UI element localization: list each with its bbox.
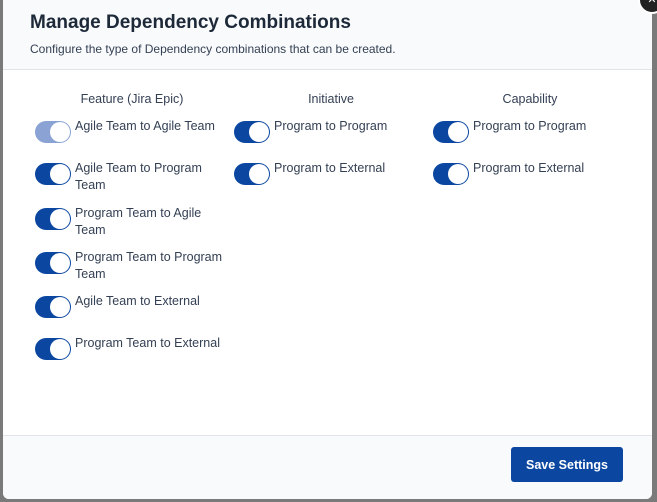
manage-dependency-dialog: Manage Dependency Combinations Configure… [3, 0, 652, 499]
combination-label: Agile Team to Program Team [75, 161, 202, 192]
combination-toggle[interactable] [234, 163, 270, 185]
combination-toggle[interactable] [35, 338, 71, 360]
column-heading: Feature (Jira Epic) [80, 92, 184, 106]
combination-item: Agile Team to Program Team [35, 160, 223, 194]
combination-label: Program to External [274, 161, 386, 175]
combination-item: Agile Team to Agile Team [35, 118, 223, 143]
combination-toggle[interactable] [35, 163, 71, 185]
combination-item: Program to Program [234, 118, 422, 143]
combination-toggle [35, 121, 71, 143]
combination-label: Agile Team to External [75, 294, 200, 308]
column-heading: Initiative [308, 92, 354, 106]
combination-item: Program to External [433, 160, 621, 185]
save-settings-button[interactable]: Save Settings [511, 447, 623, 482]
combination-toggle[interactable] [35, 296, 71, 318]
combination-item: Program Team to Agile Team [35, 205, 223, 239]
combination-label: Program Team to Program Team [75, 250, 223, 281]
toggle-knob [50, 164, 70, 184]
combination-item: Program to Program [433, 118, 621, 143]
toggle-knob [50, 297, 70, 317]
dialog-header: Manage Dependency Combinations Configure… [3, 0, 652, 70]
combination-item: Agile Team to External [35, 293, 223, 318]
column-heading: Capability [502, 92, 558, 106]
toggle-knob [448, 122, 468, 142]
combination-label: Program to External [473, 161, 585, 175]
combination-label: Agile Team to Agile Team [75, 119, 215, 133]
combination-toggle[interactable] [433, 121, 469, 143]
toggle-knob [249, 164, 269, 184]
dialog-title: Manage Dependency Combinations [30, 12, 351, 33]
combination-item: Program to External [234, 160, 422, 185]
combination-toggle[interactable] [433, 163, 469, 185]
toggle-knob [50, 253, 70, 273]
toggle-knob [50, 339, 70, 359]
toggle-knob [50, 209, 70, 229]
combination-toggle[interactable] [35, 252, 71, 274]
toggle-knob [50, 122, 70, 142]
combination-toggle[interactable] [35, 208, 71, 230]
combination-toggle[interactable] [234, 121, 270, 143]
dialog-footer: Save Settings [3, 435, 652, 499]
combination-label: Program to Program [473, 119, 587, 133]
combination-item: Program Team to External [35, 335, 223, 360]
combination-label: Program to Program [274, 119, 388, 133]
column-0: Feature (Jira Epic) Agile Team to Agile T… [32, 92, 232, 360]
column-1: Initiative Program to Program Program to E… [231, 92, 431, 185]
column-2: Capability Program to Program Program to E… [430, 92, 630, 185]
toggle-knob [448, 164, 468, 184]
dialog-subtitle: Configure the type of Dependency combina… [30, 42, 396, 56]
combination-label: Program Team to Agile Team [75, 206, 202, 237]
combination-label: Program Team to External [75, 336, 220, 350]
combination-item: Program Team to Program Team [35, 249, 223, 283]
toggle-knob [249, 122, 269, 142]
